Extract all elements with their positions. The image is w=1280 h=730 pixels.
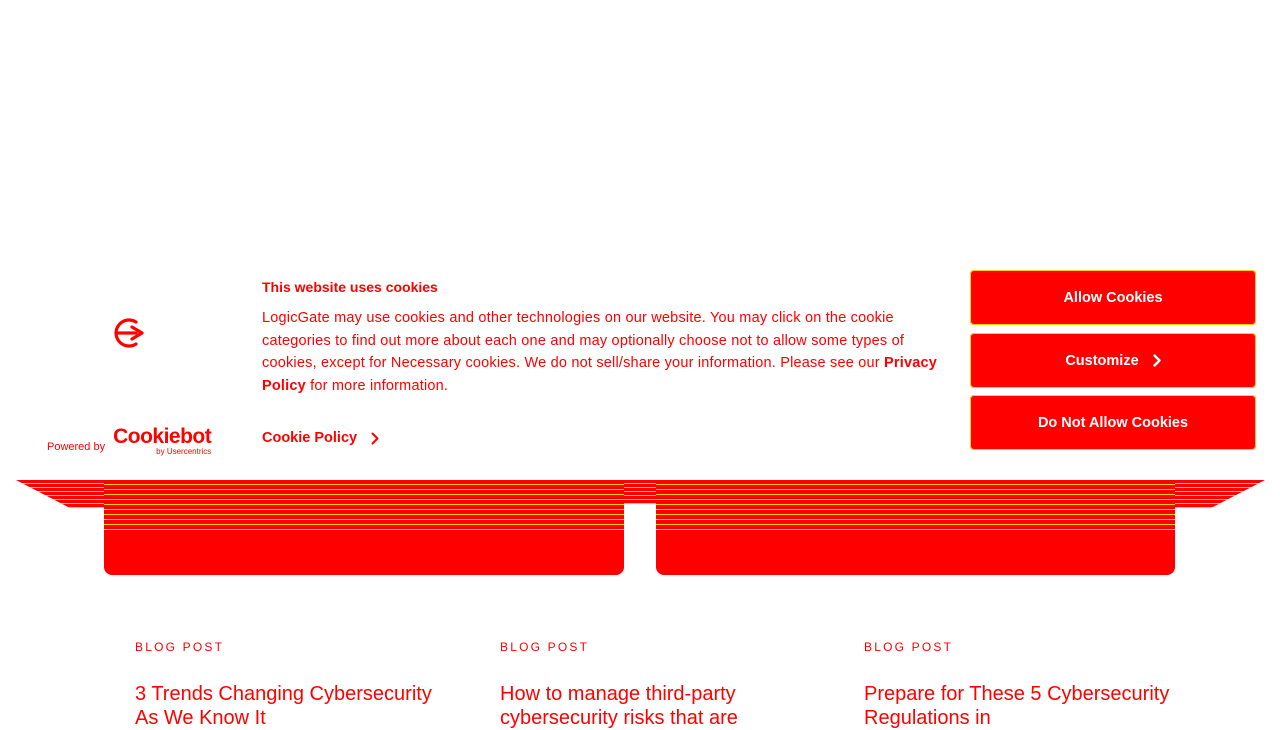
hero-image-right-edge <box>1175 480 1265 508</box>
post-category: BLOG POST <box>500 640 590 654</box>
customize-label: Customize <box>1065 352 1139 369</box>
blog-post-card[interactable]: BLOG POST Prepare for These 5 Cybersecur… <box>864 640 1184 730</box>
cookiebot-byline: by Usercentrics <box>156 447 212 456</box>
blog-post-card[interactable]: BLOG POST 3 Trends Changing Cybersecurit… <box>135 640 455 730</box>
allow-cookies-label: Allow Cookies <box>1063 289 1163 306</box>
cookie-policy-link[interactable]: Cookie Policy <box>262 430 379 446</box>
cookiebot-wordmark: Cookiebot <box>113 425 212 448</box>
post-category: BLOG POST <box>135 640 225 654</box>
cookie-policy-label: Cookie Policy <box>262 430 358 446</box>
powered-by-label: Powered by <box>47 441 106 453</box>
post-title[interactable]: How to manage third-party cybersecurity … <box>500 682 820 730</box>
chevron-right-icon <box>1152 354 1161 367</box>
cookiebot-attribution[interactable]: Powered by Cookiebot by Usercentrics <box>47 425 212 456</box>
post-title[interactable]: Prepare for These 5 Cybersecurity Regula… <box>864 682 1184 730</box>
post-title[interactable]: 3 Trends Changing Cybersecurity As We Kn… <box>135 682 455 730</box>
deny-cookies-label: Do Not Allow Cookies <box>1037 414 1189 431</box>
cookie-banner-title: This website uses cookies <box>262 279 438 295</box>
chevron-right-icon <box>371 432 379 444</box>
cookie-description-text: LogicGate may use cookies and other tech… <box>262 310 905 372</box>
logicgate-logo-icon <box>114 318 144 348</box>
deny-cookies-button[interactable]: Do Not Allow Cookies <box>970 395 1256 450</box>
cookie-banner-description: LogicGate may use cookies and other tech… <box>262 307 952 398</box>
customize-button[interactable]: Customize <box>970 333 1256 388</box>
hero-image-divider <box>624 480 656 504</box>
hero-image-left-edge <box>16 480 106 508</box>
hero-image-card <box>104 480 624 575</box>
blog-post-card[interactable]: BLOG POST How to manage third-party cybe… <box>500 640 820 730</box>
cookiebot-logo: Cookiebot by Usercentrics <box>113 425 212 456</box>
allow-cookies-button[interactable]: Allow Cookies <box>970 270 1256 325</box>
cookie-description-tail: for more information. <box>305 378 449 395</box>
post-category: BLOG POST <box>864 640 954 654</box>
hero-image-card <box>656 480 1175 575</box>
